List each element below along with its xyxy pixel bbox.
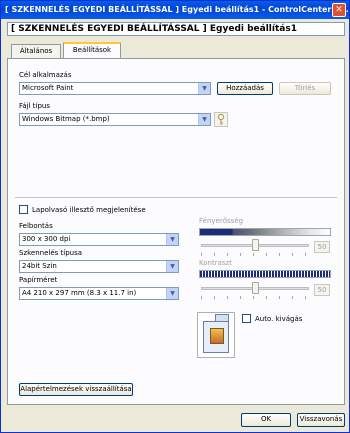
ok-button[interactable]: OK xyxy=(241,413,291,427)
add-button[interactable]: Hozzáadás xyxy=(217,82,273,95)
file-type-value: Windows Bitmap (*.bmp) xyxy=(22,115,110,123)
file-type-select[interactable]: Windows Bitmap (*.bmp) ▼ xyxy=(19,113,211,126)
chevron-down-icon: ▼ xyxy=(198,83,210,94)
settings-window: [ SZKENNELÉS EGYEDI BEÁLLÍTÁSSAL ] Egyed… xyxy=(0,0,350,433)
close-button[interactable]: ✕ xyxy=(332,3,346,17)
brightness-gradient xyxy=(199,228,331,236)
file-type-label: Fájl típus xyxy=(19,102,51,110)
brightness-ticks xyxy=(201,253,309,256)
brightness-value[interactable]: 50 xyxy=(314,241,330,253)
preview-thumbnail xyxy=(197,312,235,358)
paper-size-value: A4 210 x 297 mm (8.3 x 11.7 in) xyxy=(22,289,137,297)
chevron-down-icon: ▼ xyxy=(166,288,178,299)
scan-type-value: 24bit Szín xyxy=(22,262,57,270)
paper-size-label: Papírméret xyxy=(19,276,58,284)
chevron-down-icon: ▼ xyxy=(166,261,178,272)
show-scanner-interface-checkbox[interactable] xyxy=(19,205,28,214)
paper-size-select[interactable]: A4 210 x 297 mm (8.3 x 11.7 in) ▼ xyxy=(19,287,179,300)
target-app-select[interactable]: Microsoft Paint ▼ xyxy=(19,82,211,95)
auto-crop-label: Auto. kivágás xyxy=(255,315,303,323)
scan-type-select[interactable]: 24bit Szín ▼ xyxy=(19,260,179,273)
cancel-button[interactable]: Visszavonás xyxy=(297,413,345,427)
file-options-button[interactable] xyxy=(214,112,228,127)
reset-defaults-button[interactable]: Alapértelmezések visszaállítása xyxy=(19,383,133,396)
divider xyxy=(15,197,337,199)
contrast-slider-thumb[interactable] xyxy=(251,282,259,294)
contrast-label: Kontraszt xyxy=(199,259,232,267)
target-app-value: Microsoft Paint xyxy=(22,84,74,92)
brightness-label: Fényerősség xyxy=(199,217,244,225)
brightness-slider-thumb[interactable] xyxy=(251,239,259,251)
tab-settings[interactable]: Beállítások xyxy=(63,42,121,59)
delete-button[interactable]: Törlés xyxy=(279,82,331,95)
contrast-ticks xyxy=(201,296,309,299)
key-icon xyxy=(217,113,225,125)
resolution-label: Felbontás xyxy=(19,222,53,230)
show-scanner-interface-label: Lapolvasó illesztő megjelenítése xyxy=(32,206,146,214)
auto-crop-checkbox[interactable] xyxy=(242,314,251,323)
contrast-pattern xyxy=(199,270,331,278)
contrast-value[interactable]: 50 xyxy=(314,284,330,296)
profile-header: [ SZKENNELÉS EGYEDI BEÁLLÍTÁSSAL ] Egyed… xyxy=(7,22,345,36)
image-icon xyxy=(210,328,224,344)
chevron-down-icon: ▼ xyxy=(166,234,178,245)
document-icon xyxy=(203,321,229,353)
chevron-down-icon: ▼ xyxy=(198,114,210,125)
resolution-value: 300 x 300 dpi xyxy=(22,235,71,243)
scan-type-label: Szkennelés típusa xyxy=(19,249,83,257)
target-app-label: Cél alkalmazás xyxy=(19,71,72,79)
tab-general[interactable]: Általános xyxy=(11,44,61,58)
resolution-select[interactable]: 300 x 300 dpi ▼ xyxy=(19,233,179,246)
title-bar[interactable]: [ SZKENNELÉS EGYEDI BEÁLLÍTÁSSAL ] Egyed… xyxy=(1,1,349,19)
window-title: [ SZKENNELÉS EGYEDI BEÁLLÍTÁSSAL ] Egyed… xyxy=(5,5,349,14)
